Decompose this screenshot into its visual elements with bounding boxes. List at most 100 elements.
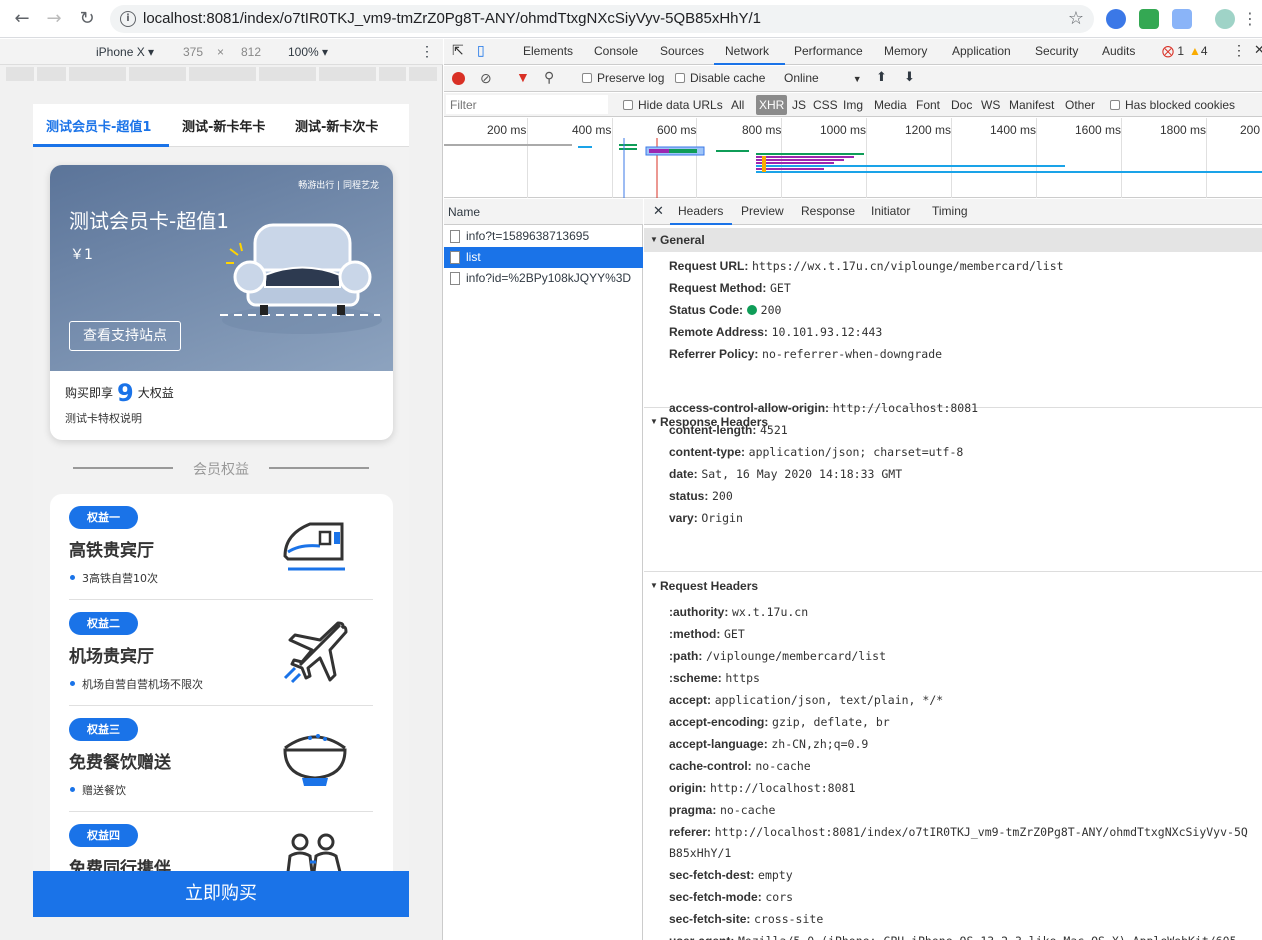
clear-icon[interactable]: ⊘ [480, 70, 492, 87]
more-icon[interactable]: ⋮ [420, 43, 434, 60]
address-bar[interactable]: i localhost:8081/index/o7tIR0TKJ_vm9-tmZ… [110, 5, 1094, 33]
height-input[interactable]: 812 [241, 45, 261, 59]
bullet [70, 681, 75, 686]
close-icon[interactable]: ✕ [1254, 42, 1262, 58]
header-row: origin: http://localhost:8081 [669, 781, 855, 795]
blocked-cookies-checkbox[interactable]: Has blocked cookies [1110, 98, 1235, 112]
header-value: 200 [712, 489, 733, 503]
hide-data-urls-checkbox[interactable]: Hide data URLs [623, 98, 723, 112]
reload-icon[interactable]: ↻ [75, 7, 99, 31]
filter-font[interactable]: Font [916, 98, 940, 112]
header-value: 10.101.93.12:443 [771, 325, 883, 339]
filter-ws[interactable]: WS [981, 98, 1000, 112]
filter-js[interactable]: JS [792, 98, 806, 112]
url-text[interactable]: localhost:8081/index/o7tIR0TKJ_vm9-tmZrZ… [143, 10, 761, 27]
bookmark-star-icon[interactable]: ☆ [1068, 8, 1084, 29]
preserve-log-checkbox[interactable]: Preserve log [582, 71, 664, 85]
tab-timing[interactable]: Timing [932, 204, 968, 218]
tab-headers[interactable]: Headers [678, 204, 723, 218]
extension-icon[interactable] [1172, 9, 1192, 29]
throttle-select[interactable]: Online ▼ [784, 71, 862, 85]
filter-css[interactable]: CSS [813, 98, 838, 112]
table-row[interactable]: list [444, 247, 643, 268]
tab-response[interactable]: Response [801, 204, 855, 218]
tab-audits[interactable]: Audits [1102, 44, 1135, 58]
bullet [70, 575, 75, 580]
tab-performance[interactable]: Performance [794, 44, 863, 58]
zoom-select[interactable]: 100% ▾ [288, 45, 328, 59]
card-price: ￥1 [70, 247, 93, 263]
forward-icon[interactable]: → [42, 7, 66, 31]
search-icon[interactable]: ⚲ [544, 69, 554, 86]
device-toggle-icon[interactable]: ▯ [477, 42, 485, 59]
header-value: GET [770, 281, 791, 295]
extension-icon[interactable] [1106, 9, 1126, 29]
tab-card-2[interactable]: 测试-新卡年卡 [182, 116, 265, 135]
width-input[interactable]: 375 [183, 45, 203, 59]
header-key: vary: [669, 511, 698, 525]
tab-application[interactable]: Application [952, 44, 1011, 58]
warning-count[interactable]: ▲4 [1189, 44, 1208, 58]
record-icon[interactable] [452, 72, 465, 85]
list-item[interactable]: 权益一 高铁贵宾厅 3高铁自营10次 [50, 494, 393, 600]
view-stations-button[interactable]: 查看支持站点 [69, 321, 181, 351]
tab-network[interactable]: Network [725, 44, 769, 58]
table-row[interactable]: info?t=1589638713695 [444, 226, 643, 247]
error-count[interactable]: ⨂ 1 [1162, 44, 1184, 58]
devtools-panel: ⇱ ▯ Elements Console Sources Network Per… [444, 39, 1262, 940]
filter-all[interactable]: All [731, 98, 744, 112]
info-icon[interactable]: i [120, 11, 136, 27]
tab-sources[interactable]: Sources [660, 44, 704, 58]
header-key: Status Code: [669, 303, 744, 317]
buy-now-button[interactable]: 立即购买 [33, 871, 409, 917]
list-item[interactable]: 权益二 机场贵宾厅 机场自营自营机场不限次 [50, 600, 393, 706]
network-overview[interactable]: 200 ms 400 ms 600 ms 800 ms 1000 ms 1200… [444, 118, 1262, 198]
menu-icon[interactable]: ⋮ [1242, 7, 1258, 31]
header-row: :path: /viplounge/membercard/list [669, 649, 886, 663]
phone-viewport: 测试会员卡-超值1 测试-新卡年卡 测试-新卡次卡 畅游出行 | 同程艺龙 测试… [33, 104, 409, 917]
header-key: :method: [669, 627, 721, 641]
extension-icon[interactable] [1139, 9, 1159, 29]
tab-preview[interactable]: Preview [741, 204, 784, 218]
close-icon[interactable]: ✕ [653, 203, 664, 219]
header-value: 200 [760, 303, 782, 317]
filter-media[interactable]: Media [874, 98, 907, 112]
filter-img[interactable]: Img [843, 98, 863, 112]
filter-icon[interactable]: ▼ [516, 69, 530, 85]
filter-doc[interactable]: Doc [951, 98, 972, 112]
back-icon[interactable]: ← [10, 7, 34, 31]
export-icon[interactable]: ⬇ [904, 69, 915, 85]
tab-elements[interactable]: Elements [523, 44, 573, 58]
import-icon[interactable]: ⬆ [876, 69, 887, 85]
filter-manifest[interactable]: Manifest [1009, 98, 1054, 112]
header-value: no-cache [755, 759, 811, 773]
filter-input[interactable] [446, 95, 608, 114]
tab-initiator[interactable]: Initiator [871, 204, 910, 218]
disable-cache-checkbox[interactable]: Disable cache [675, 71, 765, 85]
more-icon[interactable]: ⋮ [1232, 42, 1246, 59]
header-key: accept-encoding: [669, 715, 769, 729]
filter-other[interactable]: Other [1065, 98, 1095, 112]
header-key: Request Method: [669, 281, 767, 295]
section-request-headers[interactable]: ▼ Request Headers [644, 574, 1262, 598]
tab-card-1[interactable]: 测试会员卡-超值1 [46, 116, 151, 135]
table-row[interactable]: info?id=%2BPy108kJQYY%3D [444, 268, 643, 289]
list-item[interactable]: 权益三 免费餐饮赠送 赠送餐饮 [50, 706, 393, 812]
media-query-ruler[interactable] [6, 67, 437, 81]
browser-toolbar: ← → ↻ i localhost:8081/index/o7tIR0TKJ_v… [0, 0, 1262, 38]
header-key: Request URL: [669, 259, 749, 273]
avatar[interactable] [1215, 9, 1235, 29]
rice-bowl-icon [283, 734, 347, 786]
tab-security[interactable]: Security [1035, 44, 1078, 58]
header-value: 4521 [759, 423, 788, 437]
device-select[interactable]: iPhone X ▾ [96, 45, 154, 59]
header-row: date: Sat, 16 May 2020 14:18:33 GMT [669, 467, 902, 481]
header-value: https [725, 671, 760, 685]
filter-xhr[interactable]: XHR [756, 95, 788, 115]
name-column-header[interactable]: Name [444, 199, 643, 225]
tab-console[interactable]: Console [594, 44, 638, 58]
tab-memory[interactable]: Memory [884, 44, 927, 58]
tab-card-3[interactable]: 测试-新卡次卡 [295, 116, 378, 135]
section-general[interactable]: ▼ General [644, 228, 1262, 252]
inspect-icon[interactable]: ⇱ [452, 42, 464, 59]
